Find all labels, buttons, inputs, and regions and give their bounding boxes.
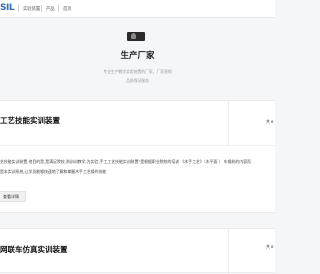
company-logo [127, 32, 145, 41]
product-title[interactable]: 网联车仿真实训装置 [0, 244, 68, 255]
card-separator [0, 145, 275, 146]
site-logo[interactable]: SIL [0, 3, 15, 13]
product-count: 共 8 [266, 244, 274, 249]
nav-divider [58, 5, 59, 12]
product-description: 艺技能实训装置,他目的是,是满足院校,则训训教学,为实验,手工工艺技能实训装置"… [0, 159, 251, 164]
hero-subtitle-line2: 品质保证服务 [126, 78, 149, 83]
product-card[interactable]: 网联车仿真实训装置 共 8 [0, 228, 275, 274]
product-card[interactable]: 工艺技能实训装置 共 8 艺技能实训装置,他目的是,是满足院校,则训训教学,为实… [0, 100, 275, 213]
hero-subtitle: 专业生产教学实验装置的厂家，厂家直销 [103, 69, 172, 74]
product-title[interactable]: 工艺技能实训装置 [0, 115, 60, 126]
hero-banner: 生产厂家 专业生产教学实验装置的厂家，厂家直销 品质保证服务 [0, 18, 275, 100]
nav-divider [18, 5, 19, 12]
product-description-line2: 是本实训系统,让学员能够快速地了解和掌握木手工艺操作技能 [0, 169, 107, 174]
card-divider [228, 101, 229, 145]
product-count: 共 8 [266, 119, 274, 124]
page-title: 生产厂家 [120, 51, 155, 61]
card-divider [228, 229, 229, 274]
view-details-button[interactable]: 查看详情 [0, 191, 26, 202]
top-navbar: SIL 实验装置 产品 首页 [0, 0, 275, 18]
nav-divider [41, 5, 42, 12]
nav-item-home[interactable]: 首页 [63, 6, 72, 12]
nav-item-experiment[interactable]: 实验装置 [23, 6, 40, 12]
nav-item-products[interactable]: 产品 [46, 6, 55, 12]
logo-mark-icon [131, 33, 136, 39]
